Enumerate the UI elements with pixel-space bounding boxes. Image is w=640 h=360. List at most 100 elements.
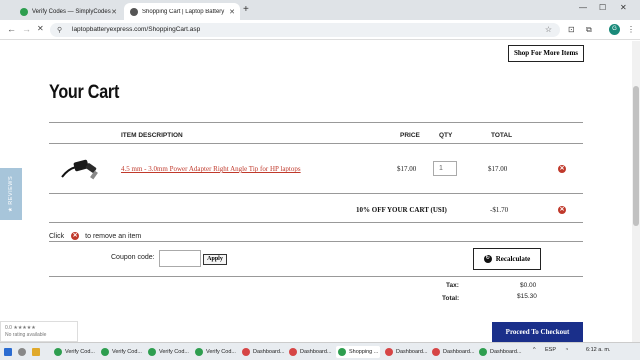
taskbar-item[interactable]: Dashboard... bbox=[385, 346, 428, 358]
page-title: Your Cart bbox=[49, 82, 120, 103]
item-total: $17.00 bbox=[488, 165, 508, 173]
task-search[interactable] bbox=[18, 346, 29, 358]
page-content: Shop For More Items Your Cart ITEM DESCR… bbox=[0, 41, 632, 342]
proceed-to-checkout-button[interactable]: Proceed To Checkout bbox=[492, 322, 583, 342]
taskbar-item-active[interactable]: Shopping ... bbox=[336, 346, 381, 358]
url-bar[interactable]: ⚲ laptopbatteryexpress.com/ShoppingCart.… bbox=[50, 23, 560, 37]
tax-label: Tax: bbox=[446, 282, 459, 289]
total-label: Total: bbox=[442, 295, 460, 302]
col-header-qty: QTY bbox=[439, 132, 453, 139]
chrome-icon bbox=[195, 348, 203, 356]
simplycodes-icon bbox=[20, 7, 28, 16]
recalculate-button[interactable]: ↻ Recalculate bbox=[473, 248, 541, 270]
folder-icon bbox=[32, 348, 40, 356]
chrome-icon bbox=[289, 348, 297, 356]
rating-widget[interactable]: 0.0 ★★★★★ No rating available bbox=[0, 321, 78, 342]
chrome-icon bbox=[432, 348, 440, 356]
forward-arrow-icon[interactable]: → bbox=[22, 24, 31, 34]
chrome-icon bbox=[54, 348, 62, 356]
search-icon bbox=[18, 348, 26, 356]
profile-avatar[interactable]: G bbox=[609, 24, 620, 35]
quantity-input[interactable]: 1 bbox=[433, 161, 457, 176]
shop-more-button[interactable]: Shop For More Items bbox=[508, 45, 584, 62]
grand-total-value: $15.30 bbox=[517, 293, 537, 300]
new-tab-button[interactable]: + bbox=[243, 4, 249, 15]
divider bbox=[49, 143, 583, 144]
taskbar-item[interactable]: Dashboard... bbox=[289, 346, 332, 358]
reviews-side-tab[interactable]: ★ REVIEWS bbox=[0, 168, 22, 220]
product-link[interactable]: 4.5 mm - 3.0mm Power Adapter Right Angle… bbox=[121, 165, 301, 173]
item-price: $17.00 bbox=[397, 165, 417, 173]
divider bbox=[49, 276, 583, 277]
divider bbox=[49, 241, 583, 242]
apply-coupon-button[interactable]: Apply bbox=[203, 254, 227, 265]
language-indicator[interactable]: ESP bbox=[545, 347, 556, 353]
tab-title: Shopping Cart | Laptop Battery bbox=[142, 8, 225, 15]
remove-discount-icon[interactable]: ✕ bbox=[558, 206, 566, 214]
tab-verify-codes[interactable]: Verify Codes — SimplyCodes ✕ bbox=[14, 3, 122, 20]
maximize-button[interactable]: ☐ bbox=[599, 3, 606, 12]
taskbar-item-label: Shopping ... bbox=[349, 349, 379, 355]
stop-loading-icon[interactable]: ✕ bbox=[37, 24, 44, 33]
menu-kebab-icon[interactable]: ⋮ bbox=[627, 25, 635, 34]
taskbar-item-label: Verify Cod... bbox=[112, 349, 142, 355]
reviews-tab-label: ★ REVIEWS bbox=[8, 175, 15, 213]
extensions-puzzle-icon[interactable]: ⧉ bbox=[586, 25, 592, 35]
taskbar-item-label: Dashboard... bbox=[490, 349, 522, 355]
refresh-icon: ↻ bbox=[483, 255, 492, 263]
tab-title: Verify Codes — SimplyCodes bbox=[32, 8, 111, 15]
taskbar-item-label: Dashboard... bbox=[300, 349, 332, 355]
divider bbox=[49, 193, 583, 194]
discount-value: -$1.70 bbox=[490, 206, 509, 214]
address-toolbar: ← → ✕ ⚲ laptopbatteryexpress.com/Shoppin… bbox=[0, 20, 640, 40]
extension-icon[interactable]: ⊡ bbox=[568, 25, 575, 34]
back-arrow-icon[interactable]: ← bbox=[7, 24, 16, 34]
taskbar-item-label: Verify Cod... bbox=[206, 349, 236, 355]
windows-start-icon bbox=[4, 348, 12, 356]
taskbar-item[interactable]: Verify Cod... bbox=[195, 346, 236, 358]
taskbar-item[interactable]: Verify Cod... bbox=[54, 346, 95, 358]
coupon-label: Coupon code: bbox=[111, 254, 155, 261]
taskbar-item[interactable]: Verify Cod... bbox=[148, 346, 189, 358]
taskbar-item[interactable]: Dashboard... bbox=[242, 346, 285, 358]
taskbar-item[interactable]: Dashboard... bbox=[432, 346, 475, 358]
close-icon[interactable]: ✕ bbox=[229, 8, 235, 16]
chrome-icon bbox=[338, 348, 346, 356]
rating-stars: 0.0 ★★★★★ bbox=[5, 325, 36, 331]
remove-item-icon[interactable]: ✕ bbox=[558, 165, 566, 173]
task-files[interactable] bbox=[32, 346, 43, 358]
chrome-icon bbox=[479, 348, 487, 356]
site-favicon-icon bbox=[130, 7, 138, 16]
taskbar-item[interactable]: Dashboard... bbox=[479, 346, 522, 358]
taskbar-item-label: Dashboard... bbox=[396, 349, 428, 355]
clock[interactable]: 6:12 a. m. bbox=[586, 347, 610, 353]
taskbar-item-label: Dashboard... bbox=[253, 349, 285, 355]
chrome-icon bbox=[242, 348, 250, 356]
tax-value: $0.00 bbox=[520, 282, 537, 289]
recalculate-label: Recalculate bbox=[495, 255, 531, 263]
coupon-input[interactable] bbox=[159, 250, 201, 267]
os-taskbar: Verify Cod... Verify Cod... Verify Cod..… bbox=[0, 342, 640, 360]
bookmark-star-icon[interactable]: ☆ bbox=[545, 25, 552, 34]
col-header-price: PRICE bbox=[400, 132, 420, 139]
wifi-icon[interactable]: ◔ bbox=[565, 347, 568, 353]
remove-hint-before: Click bbox=[49, 232, 65, 240]
taskbar-item-label: Verify Cod... bbox=[65, 349, 95, 355]
close-icon[interactable]: ✕ bbox=[111, 8, 117, 16]
start-button[interactable] bbox=[4, 346, 15, 358]
chrome-icon bbox=[385, 348, 393, 356]
site-info-icon[interactable]: ⚲ bbox=[57, 26, 62, 34]
window-close-button[interactable]: ✕ bbox=[620, 3, 627, 12]
remove-hint-after: to remove an item bbox=[85, 232, 142, 240]
scrollbar-thumb[interactable] bbox=[633, 86, 639, 226]
discount-label: 10% OFF YOUR CART (USI) bbox=[356, 206, 447, 214]
divider bbox=[49, 222, 583, 223]
rating-text: No rating available bbox=[5, 332, 47, 338]
tab-shopping-cart[interactable]: Shopping Cart | Laptop Battery ✕ bbox=[124, 3, 240, 20]
taskbar-item[interactable]: Verify Cod... bbox=[101, 346, 142, 358]
product-image[interactable] bbox=[58, 155, 102, 185]
tray-chevron-icon[interactable]: ^ bbox=[533, 347, 536, 353]
chrome-icon bbox=[101, 348, 109, 356]
browser-tab-bar: Verify Codes — SimplyCodes ✕ Shopping Ca… bbox=[0, 0, 640, 20]
minimize-button[interactable]: — bbox=[579, 3, 587, 12]
